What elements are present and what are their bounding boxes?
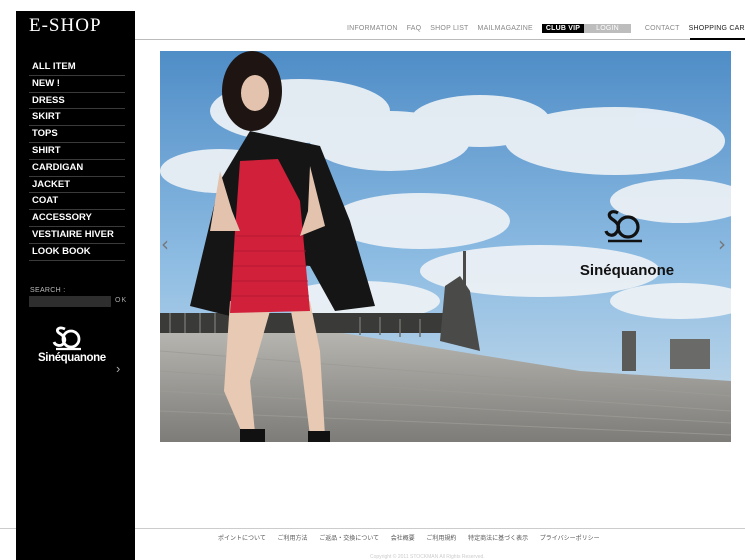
chevron-left-icon[interactable]: ‹ bbox=[161, 232, 169, 256]
nav-item-new[interactable]: NEW ! bbox=[29, 76, 125, 93]
nav-item-vestiaire-hiver[interactable]: VESTIAIRE HIVER bbox=[29, 227, 125, 244]
header-divider bbox=[135, 39, 745, 40]
nav-item-shirt[interactable]: SHIRT bbox=[29, 143, 125, 160]
category-nav: ALL ITEM NEW ! DRESS SKIRT TOPS SHIRT CA… bbox=[29, 59, 125, 261]
nav-item-cardigan[interactable]: CARDIGAN bbox=[29, 160, 125, 177]
footer-link-returns[interactable]: ご返品・交換について bbox=[319, 536, 379, 542]
nav-shop-list[interactable]: SHOP LIST bbox=[430, 25, 468, 32]
hero-image: Sinéquanone bbox=[160, 51, 731, 442]
nav-item-coat[interactable]: COAT bbox=[29, 193, 125, 211]
nav-item-look-book[interactable]: LOOK BOOK bbox=[29, 244, 125, 261]
nav-mailmagazine[interactable]: MAILMAGAZINE bbox=[478, 25, 533, 32]
search-ok-button[interactable]: OK bbox=[115, 297, 127, 304]
nav-item-accessory[interactable]: ACCESSORY bbox=[29, 210, 125, 227]
nav-contact[interactable]: CONTACT bbox=[645, 25, 680, 32]
footer-link-commerce-law[interactable]: 特定商法に基づく表示 bbox=[468, 536, 528, 542]
footer-link-company[interactable]: 会社概要 bbox=[391, 536, 415, 542]
chevron-right-icon[interactable]: › bbox=[718, 232, 726, 256]
copyright: Copyright © 2011 STOCKMAN All Rights Res… bbox=[370, 554, 485, 560]
sidebar: E-SHOP ALL ITEM NEW ! DRESS SKIRT TOPS S… bbox=[16, 11, 135, 560]
search-label: SEARCH : bbox=[30, 287, 66, 294]
search-input[interactable] bbox=[29, 296, 111, 307]
nav-information[interactable]: INFORMATION bbox=[347, 25, 398, 32]
nav-item-all-item[interactable]: ALL ITEM bbox=[29, 59, 125, 76]
nav-shopping-cart[interactable]: SHOPPING CAR bbox=[689, 25, 745, 32]
top-nav: INFORMATION FAQ SHOP LIST MAILMAGAZINE C… bbox=[347, 22, 745, 34]
nav-item-tops[interactable]: TOPS bbox=[29, 126, 125, 143]
footer-link-points[interactable]: ポイントについて bbox=[218, 536, 266, 542]
nav-item-dress[interactable]: DRESS bbox=[29, 93, 125, 110]
sinequanone-logo-icon bbox=[52, 326, 81, 351]
cart-active-indicator bbox=[690, 38, 745, 40]
sidebar-next-icon[interactable]: › bbox=[116, 361, 120, 376]
nav-item-skirt[interactable]: SKIRT bbox=[29, 109, 125, 127]
login-button[interactable]: LOGIN bbox=[584, 23, 631, 33]
footer-link-privacy[interactable]: プライバシーポリシー bbox=[540, 536, 600, 542]
club-vip-button[interactable]: CLUB VIP bbox=[541, 23, 585, 33]
footer-link-usage[interactable]: ご利用方法 bbox=[278, 536, 308, 542]
nav-item-jacket[interactable]: JACKET bbox=[29, 177, 125, 194]
nav-faq[interactable]: FAQ bbox=[407, 25, 422, 32]
hero-banner[interactable]: Sinéquanone bbox=[160, 51, 731, 442]
footer-links: ポイントについて ご利用方法 ご返品・交換について 会社概要 ご利用規約 特定商… bbox=[218, 533, 610, 542]
footer-link-terms[interactable]: ご利用規約 bbox=[426, 536, 456, 542]
sidebar-brand-name: Sinéquanone bbox=[38, 352, 106, 364]
hero-brand-name: Sinéquanone bbox=[580, 262, 674, 279]
shop-logo[interactable]: E-SHOP bbox=[16, 11, 135, 51]
footer-divider bbox=[135, 528, 745, 529]
footer-divider-left bbox=[0, 528, 16, 529]
sidebar-brand-banner[interactable]: Sinéquanone bbox=[38, 325, 106, 364]
